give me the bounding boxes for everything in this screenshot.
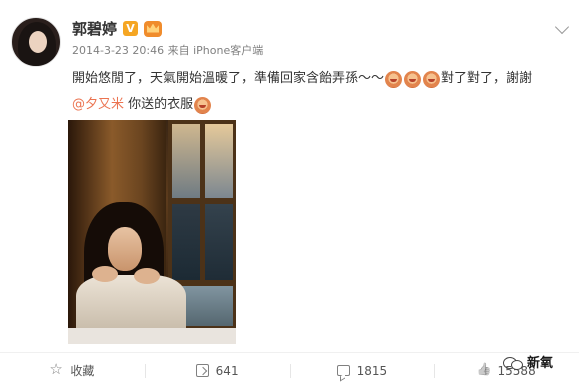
- emoji-icon: [423, 70, 441, 88]
- post-text-segment: 你送的衣服: [124, 97, 194, 112]
- author-row: 郭碧婷 V: [72, 18, 163, 39]
- comment-icon: [336, 365, 350, 376]
- emoji-icon: [194, 96, 212, 114]
- chevron-down-icon[interactable]: [554, 19, 570, 35]
- post-text-segment: 對了對了，謝謝: [441, 71, 533, 86]
- photo-window-pane: [172, 124, 200, 198]
- comment-button[interactable]: 1815: [289, 355, 435, 386]
- photo-person-hand: [134, 268, 160, 284]
- weibo-post-card: 郭碧婷 V 2014-3-23 20:46 来自 iPhone客户端 開始悠閒了…: [0, 0, 579, 386]
- photo-person-hand: [92, 266, 118, 282]
- repost-icon: [195, 364, 209, 377]
- avatar-face: [29, 31, 47, 53]
- photo-person-face: [108, 227, 142, 271]
- repost-button[interactable]: 641: [144, 355, 290, 386]
- action-bar: 收藏 641 1815 15588: [0, 355, 579, 386]
- watermark-text: 新氧: [527, 356, 554, 371]
- post-meta: 2014-3-23 20:46 来自 iPhone客户端: [72, 44, 264, 57]
- mention-link[interactable]: @夕又米: [72, 92, 124, 118]
- photo-table: [68, 328, 236, 344]
- repost-count: 641: [215, 363, 239, 378]
- username[interactable]: 郭碧婷: [72, 18, 117, 39]
- comment-count: 1815: [356, 363, 388, 378]
- wechat-icon: [503, 354, 523, 370]
- emoji-icon: [404, 70, 422, 88]
- avatar[interactable]: [11, 17, 61, 67]
- post-text: 開始悠閒了，天氣開始溫暖了，準備回家含飴弄孫～～ 對了對了，謝謝 @夕又米 你送…: [72, 66, 572, 118]
- post-text-line-1: 開始悠閒了，天氣開始溫暖了，準備回家含飴弄孫～～ 對了對了，謝謝: [72, 66, 572, 92]
- favorite-label: 收藏: [70, 364, 95, 378]
- post-text-line-2: @夕又米 你送的衣服: [72, 92, 572, 118]
- post-text-segment: 開始悠閒了，天氣開始溫暖了，準備回家含飴弄孫～～: [72, 71, 385, 86]
- member-crown-icon[interactable]: [144, 20, 163, 37]
- actions-divider: [0, 352, 579, 353]
- favorite-button[interactable]: 收藏: [0, 355, 145, 386]
- photo-window-pane: [205, 204, 233, 280]
- verified-badge[interactable]: V: [123, 21, 139, 36]
- emoji-icon: [385, 70, 403, 88]
- star-icon: [49, 360, 63, 378]
- photo-window-pane: [205, 124, 233, 198]
- post-photo[interactable]: [68, 120, 236, 344]
- photo-window-pane: [172, 204, 200, 280]
- thumbs-up-icon: [478, 364, 491, 377]
- watermark: 新氧: [503, 352, 553, 371]
